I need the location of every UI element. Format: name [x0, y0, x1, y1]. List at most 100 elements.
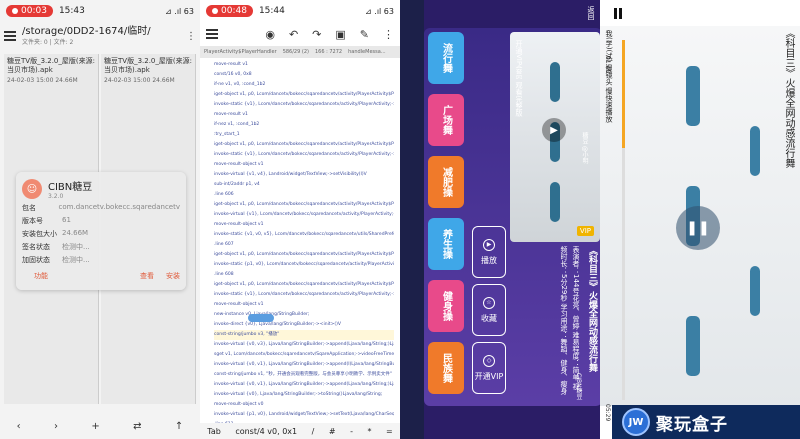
clock: 15:43: [58, 6, 85, 16]
vip-badge: VIP: [576, 226, 594, 236]
category-tab[interactable]: 广场舞: [428, 94, 464, 146]
category-tab[interactable]: 健身操: [428, 280, 464, 332]
code-line[interactable]: invoke-virtual {v1, v4}, Landroid/widget…: [214, 170, 394, 180]
code-line[interactable]: move-result-object v1: [214, 160, 394, 170]
menu-icon[interactable]: [4, 31, 16, 41]
vip-label: 开通VIP: [474, 371, 504, 381]
info-key: 加固状态: [22, 256, 50, 264]
detail-card: 流行舞 广场舞 减肥操 养生操 健身操 民族舞 ▶ 播放 ☆ 收藏 ◇ 开通VIP 开…: [424, 28, 600, 406]
code-line[interactable]: invoke-static {v1}, Lcom/dancetv/bokecc/…: [214, 290, 394, 300]
symbol-key[interactable]: Tab: [207, 427, 221, 436]
progress-bar[interactable]: [622, 40, 625, 400]
back-icon[interactable]: ‹: [17, 421, 21, 432]
selection-handle[interactable]: [248, 314, 274, 322]
logo-mark: JW: [622, 408, 650, 436]
code-line[interactable]: const-string/jumbo v1, "秒，开通会员观看完整版，与会员尊…: [214, 370, 394, 380]
swap-icon[interactable]: ⇄: [133, 421, 141, 432]
code-line[interactable]: :try_start_1: [214, 130, 394, 140]
code-line[interactable]: invoke-virtual {p1, v0}, Landroid/widget…: [214, 410, 394, 420]
record-badge[interactable]: 00:48: [206, 5, 253, 17]
code-line[interactable]: move-result-object v1: [214, 220, 394, 230]
up-icon[interactable]: ↑: [175, 421, 183, 432]
code-line[interactable]: move-result-object v0: [214, 400, 394, 410]
redo-icon[interactable]: ↷: [312, 28, 321, 41]
more-menu-icon[interactable]: ⋮: [186, 31, 196, 42]
more-menu-icon[interactable]: ⋮: [383, 28, 394, 41]
category-tab[interactable]: 养生操: [428, 218, 464, 270]
play-button[interactable]: ▶ 播放: [472, 226, 506, 278]
progress-fill: [622, 40, 625, 148]
code-line[interactable]: iget-object v1, p0, Lcom/dancetv/bokecc/…: [214, 90, 394, 100]
code-line[interactable]: .line 608: [214, 270, 394, 280]
pause-icon[interactable]: [614, 7, 623, 19]
code-line[interactable]: move-result v1: [214, 60, 394, 70]
video-preview[interactable]: 开通VIP会员 观看完整版 ▶ VIP 糖豆 @小明: [510, 32, 600, 242]
code-line[interactable]: new-instance v0, Ljava/lang/StringBuilde…: [214, 310, 394, 320]
file-manager-toolbar: /storage/0DD2-1674/临时/ 文件夹: 0 | 文件: 2 ⋮: [0, 22, 200, 50]
app-name: CIBN糖豆: [48, 182, 93, 193]
view-button[interactable]: 查看: [140, 271, 154, 281]
back-button[interactable]: 返回: [586, 6, 596, 20]
undo-icon[interactable]: ↶: [289, 28, 298, 41]
code-line[interactable]: invoke-static {v1}, Lcom/dancetv/bokecc/…: [214, 100, 394, 110]
code-line[interactable]: invoke-virtual {v0, v1}, Ljava/lang/Stri…: [214, 360, 394, 370]
code-area[interactable]: move-result v1 const/16 v0, 0x8 if-ne v1, …: [200, 58, 400, 439]
code-line[interactable]: invoke-static {p1, v0}, Lcom/dancetv/bok…: [214, 260, 394, 270]
code-line[interactable]: if-ne v1, v0, :cond_1b2: [214, 80, 394, 90]
code-line[interactable]: iget-object v1, p0, Lcom/dancetv/bokecc/…: [214, 280, 394, 290]
symbol-key[interactable]: *: [368, 427, 372, 436]
pause-overlay-icon[interactable]: ❚❚: [676, 206, 720, 250]
function-button[interactable]: 功能: [34, 271, 48, 281]
code-line[interactable]: invoke-direct {v0}, Ljava/lang/StringBui…: [214, 320, 394, 330]
code-line[interactable]: invoke-static {v1}, Lcom/dancetv/bokecc/…: [214, 150, 394, 160]
dancer-figure: [750, 266, 760, 316]
file-manager-panel: 00:03 15:43 ⊿ .ıl 63 /storage/0DD2-1674/…: [0, 0, 200, 439]
code-line[interactable]: iget-object v1, p0, Lcom/dancetv/bokecc/…: [214, 250, 394, 260]
code-line[interactable]: const/16 v0, 0x8: [214, 70, 394, 80]
vip-icon: ◇: [483, 354, 495, 367]
video-watermark: 糖豆 @小明: [581, 132, 588, 164]
symbol-key[interactable]: const/4 v0, 0x1: [235, 427, 297, 436]
save-icon[interactable]: ▣: [335, 28, 345, 41]
play-circle-icon[interactable]: ▶: [542, 118, 566, 142]
category-tab[interactable]: 流行舞: [428, 32, 464, 84]
code-line[interactable]: sget v1, Lcom/dancetv/bokecc/sqaredancet…: [214, 350, 394, 360]
code-line[interactable]: if-nez v1, :cond_1b2: [214, 120, 394, 130]
code-line[interactable]: invoke-virtual {v0}, Ljava/lang/StringBu…: [214, 390, 394, 400]
file-name: 糖豆TV版_3.2.0_屋版(来源:当贝市场).apk: [104, 57, 192, 74]
editor-tab-info: 586/29 (2): [282, 49, 309, 55]
category-tab[interactable]: 民族舞: [428, 342, 464, 394]
install-button[interactable]: 安装: [166, 271, 180, 281]
symbol-key[interactable]: =: [386, 427, 393, 436]
code-line[interactable]: move-result-object v1: [214, 300, 394, 310]
code-line[interactable]: sub-int/2addr p1, v4: [214, 180, 394, 190]
info-value: com.dancetv.bokecc.sqaredancetv: [58, 203, 180, 211]
forward-icon[interactable]: ›: [54, 421, 58, 432]
vip-button[interactable]: ◇ 开通VIP: [472, 342, 506, 394]
total-time: 05:29: [604, 404, 611, 422]
symbol-key[interactable]: -: [350, 427, 353, 436]
editor-tab-func: handleMessa...: [348, 49, 386, 55]
editor-tab-file[interactable]: PlayerActivity$PlayerHandler: [204, 49, 277, 55]
category-tab[interactable]: 减肥操: [428, 156, 464, 208]
info-key: 签名状态: [22, 243, 50, 251]
favorite-button[interactable]: ☆ 收藏: [472, 284, 506, 336]
symbol-key[interactable]: #: [329, 427, 336, 436]
code-line[interactable]: const-string/jumbo v3, "播放": [214, 330, 394, 340]
compass-icon[interactable]: ◉: [265, 28, 275, 41]
symbol-key[interactable]: /: [312, 427, 315, 436]
code-line[interactable]: invoke-virtual {v1}, Lcom/dancetv/bokecc…: [214, 210, 394, 220]
code-line[interactable]: .line 606: [214, 190, 394, 200]
add-icon[interactable]: +: [91, 421, 99, 432]
status-bar: 00:48 15:44 ⊿ .ıl 63: [200, 0, 400, 22]
code-line[interactable]: invoke-virtual {v0, v3}, Ljava/lang/Stri…: [214, 340, 394, 350]
code-line[interactable]: iget-object v1, p0, Lcom/dancetv/bokecc/…: [214, 140, 394, 150]
menu-icon[interactable]: [206, 29, 218, 39]
code-line[interactable]: move-result v1: [214, 110, 394, 120]
record-badge[interactable]: 00:03: [6, 5, 53, 17]
code-line[interactable]: iget-object v1, p0, Lcom/dancetv/bokecc/…: [214, 200, 394, 210]
code-line[interactable]: .line 607: [214, 240, 394, 250]
code-line[interactable]: invoke-virtual {v0, v1}, Ljava/lang/Stri…: [214, 380, 394, 390]
edit-icon[interactable]: ✎: [360, 28, 369, 41]
code-line[interactable]: invoke-static {v1, v0, v5}, Lcom/dancetv…: [214, 230, 394, 240]
